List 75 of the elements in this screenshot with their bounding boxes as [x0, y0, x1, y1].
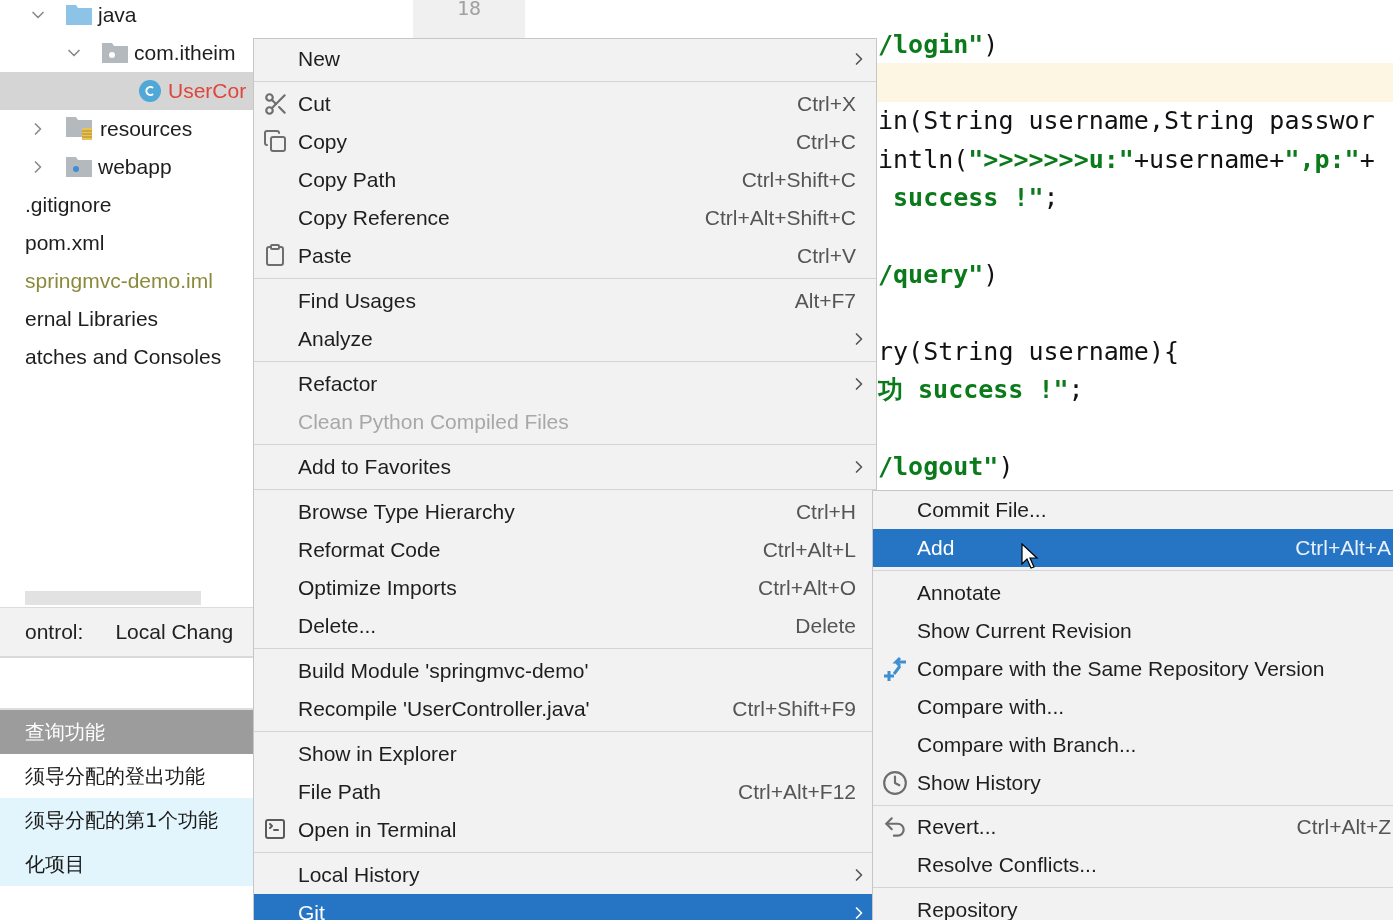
menu-item[interactable]: Commit File...: [873, 491, 1393, 529]
menu-item[interactable]: Local History: [254, 856, 876, 894]
resources-folder-icon: [66, 117, 94, 141]
menu-item[interactable]: Analyze: [254, 320, 876, 358]
menu-item[interactable]: Browse Type Hierarchy Ctrl+H: [254, 493, 876, 531]
menu-item[interactable]: Show in Explorer: [254, 735, 876, 773]
tree-row[interactable]: webapp: [0, 148, 253, 186]
menu-item[interactable]: Paste Ctrl+V: [254, 237, 876, 275]
tree-label: com.itheim: [134, 41, 236, 65]
compare-arrows-icon: [882, 655, 908, 682]
commit-row[interactable]: 化项目: [0, 842, 253, 886]
tree-label: springmvc-demo.iml: [25, 269, 213, 293]
line-number: 18: [456, 0, 482, 20]
tree-label: webapp: [98, 155, 172, 179]
menu-item[interactable]: New: [254, 40, 876, 78]
menu-item[interactable]: Add to Favorites: [254, 448, 876, 486]
tree-label: UserCor: [168, 79, 247, 103]
code-line: intln(">>>>>>>u:"+username+",p:"+: [878, 143, 1376, 176]
menu-item[interactable]: Copy Path Ctrl+Shift+C: [254, 161, 876, 199]
tree-row[interactable]: ernal Libraries: [0, 300, 253, 338]
code-line: ry(String username){: [878, 335, 1181, 368]
tree-row[interactable]: com.itheim: [0, 34, 253, 72]
code-line: in(String username,String passwor: [878, 105, 1376, 138]
code-line: success !";: [892, 182, 1060, 215]
scissors-icon: [263, 91, 289, 117]
folder-icon: [66, 5, 92, 25]
local-changes-tab[interactable]: Local Chang: [115, 620, 234, 644]
class-icon: [138, 79, 162, 103]
menu-item[interactable]: Show Current Revision: [873, 611, 1393, 650]
menu-item[interactable]: Copy Ctrl+C: [254, 123, 876, 161]
menu-item[interactable]: File Path Ctrl+Alt+F12: [254, 773, 876, 811]
menu-item[interactable]: Compare with...: [873, 687, 1393, 726]
menu-item[interactable]: Optimize Imports Ctrl+Alt+O: [254, 569, 876, 607]
menu-item[interactable]: Delete... Delete: [254, 607, 876, 645]
menu-item[interactable]: Add Ctrl+Alt+A: [873, 529, 1393, 567]
menu-item[interactable]: Annotate: [873, 573, 1393, 612]
clock-icon: [882, 769, 908, 796]
tree-label: .gitignore: [25, 193, 112, 217]
menu-item[interactable]: Show History: [873, 763, 1393, 802]
menu-item[interactable]: Resolve Conflicts...: [873, 846, 1393, 885]
menu-item[interactable]: Refactor: [254, 365, 876, 403]
code-line: /logout"): [878, 451, 1015, 483]
menu-item[interactable]: Compare with the Same Repository Version: [873, 649, 1393, 688]
tree-label: ernal Libraries: [25, 307, 159, 331]
panel-title: ontrol:: [25, 620, 84, 644]
menu-item[interactable]: Find Usages Alt+F7: [254, 282, 876, 320]
tree-label: java: [98, 3, 137, 27]
tree-row[interactable]: .gitignore: [0, 186, 253, 224]
menu-item[interactable]: Copy Reference Ctrl+Alt+Shift+C: [254, 199, 876, 237]
scrollbar-thumb[interactable]: [25, 591, 201, 605]
copy-icon: [263, 129, 287, 153]
terminal-icon: [263, 817, 287, 841]
package-folder-icon: [102, 43, 128, 63]
menu-item[interactable]: Cut Ctrl+X: [254, 85, 876, 123]
code-line: /query"): [878, 259, 1000, 292]
code-line: 功 success !";: [878, 374, 1085, 407]
menu-item[interactable]: Reformat Code Ctrl+Alt+L: [254, 531, 876, 569]
clipboard-icon: [263, 243, 287, 267]
tree-row[interactable]: resources: [0, 110, 253, 148]
menu-item[interactable]: Recompile 'UserController.java' Ctrl+Shift+F9: [254, 690, 876, 728]
menu-item[interactable]: Compare with Branch...: [873, 725, 1393, 764]
commit-row[interactable]: 须导分配的第1个功能: [0, 798, 253, 842]
code-line: /login"): [878, 28, 1000, 61]
tree-row[interactable]: atches and Consoles: [0, 338, 253, 376]
menu-item[interactable]: Revert... Ctrl+Alt+Z: [873, 808, 1393, 847]
tree-label: resources: [100, 117, 193, 141]
mouse-cursor-icon: [1021, 543, 1039, 569]
tree-row[interactable]: springmvc-demo.iml: [0, 262, 253, 300]
menu-item[interactable]: Open in Terminal: [254, 811, 876, 849]
tree-label: atches and Consoles: [25, 345, 222, 369]
tree-label: pom.xml: [25, 231, 105, 255]
menu-item[interactable]: Build Module 'springmvc-demo': [254, 652, 876, 690]
web-folder-icon: [66, 157, 92, 177]
tree-row[interactable]: pom.xml: [0, 224, 253, 262]
tree-row[interactable]: java: [0, 0, 253, 34]
